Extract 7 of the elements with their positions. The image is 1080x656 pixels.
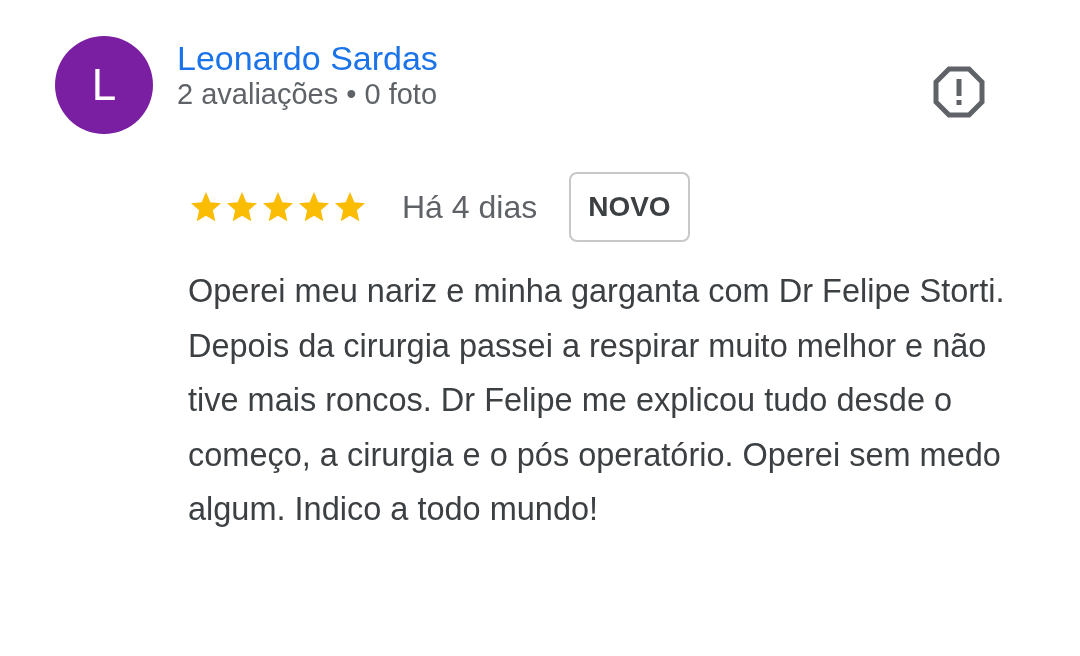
review-time: Há 4 dias [402, 188, 538, 227]
report-icon[interactable] [933, 66, 985, 118]
avatar: L [55, 36, 153, 134]
author-stats: 2 avaliações • 0 foto [177, 77, 439, 113]
new-badge: NOVO [569, 172, 690, 242]
review-text: Operei meu nariz e minha garganta com Dr Felipe Storti. Depois da cirurgia passei a respirar muito melhor e não tive mais roncos. Dr Felipe me explicou tudo desde o começo, a cirurgia e o pós operatório. Operei sem medo algum. Indico a todo mundo! [188, 272, 1006, 529]
author-name[interactable]: Leonardo Sardas [177, 40, 933, 78]
